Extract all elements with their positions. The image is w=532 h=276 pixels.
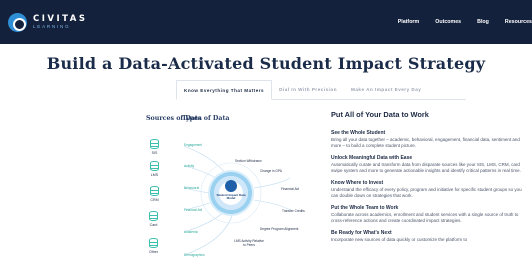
nav-link-blog[interactable]: Blog bbox=[477, 19, 489, 25]
connector-demographics bbox=[183, 215, 233, 256]
database-icon bbox=[150, 139, 159, 149]
feature-tabs: Know Everything That Matters Dial In Wit… bbox=[176, 80, 466, 100]
database-icon bbox=[149, 211, 158, 221]
feature-whole-team: Put the Whole Team to Work Collaborate a… bbox=[331, 204, 519, 223]
page-headline: Build a Data-Activated Student Impact St… bbox=[46, 54, 486, 73]
source-lms: LMS bbox=[150, 161, 159, 177]
connector-academic bbox=[183, 211, 225, 233]
database-icon bbox=[150, 186, 159, 196]
label-change-in-gpa: Change in GPA bbox=[260, 169, 282, 173]
feature-ready-next: Be Ready for What's Next Incorporate new… bbox=[331, 229, 468, 242]
center-label: Student Impact Data Model bbox=[216, 193, 246, 201]
civitas-core-icon bbox=[225, 180, 237, 192]
nav-link-outcomes[interactable]: Outcomes bbox=[435, 19, 461, 25]
data-to-work-section: Put All of Your Data to Work See the Who… bbox=[331, 110, 526, 248]
feature-unlock-data: Unlock Meaningful Data with Ease Automat… bbox=[331, 154, 521, 173]
type-financial-aid: Financial Aid bbox=[184, 208, 203, 212]
label-transfer-credits: Transfer Credits bbox=[282, 209, 305, 213]
label-degree-program: Degree Program Alignment bbox=[260, 227, 299, 231]
type-academic: Academic bbox=[184, 230, 198, 234]
nav-link-platform[interactable]: Platform bbox=[398, 19, 420, 25]
source-sis: SIS bbox=[150, 139, 159, 155]
source-crm: CRM bbox=[150, 186, 159, 202]
feature-whole-student: See the Whole Student Bring all your dat… bbox=[331, 130, 520, 148]
type-demographics: Demographics bbox=[184, 253, 205, 257]
type-behavioral: Behavioral bbox=[184, 186, 200, 190]
logo-tagline: LEARNING bbox=[33, 24, 71, 29]
label-financial-aid: Financial Aid bbox=[281, 187, 300, 191]
label-lms-activity: LMS Activity Relative to Peers bbox=[234, 239, 264, 247]
tab-make-impact[interactable]: Make An Impact Every Day bbox=[344, 80, 428, 99]
feature-know-where: Know Where to Invest Understand the effi… bbox=[331, 179, 522, 198]
types-heading: Types of Data bbox=[182, 115, 230, 122]
logo-mark-icon bbox=[8, 12, 27, 32]
brand-logo[interactable]: CIVITAS LEARNING bbox=[8, 11, 87, 33]
logo-wordmark: CIVITAS bbox=[33, 13, 88, 24]
nav-link-resources[interactable]: Resources bbox=[505, 19, 532, 25]
data-model-diagram: Sources of Data Types of Data SIS LMS CR… bbox=[140, 112, 320, 272]
tab-know-everything[interactable]: Know Everything That Matters bbox=[176, 80, 273, 100]
primary-nav: Platform Outcomes Blog Resources bbox=[382, 0, 532, 44]
tab-dial-in[interactable]: Dial In With Precision bbox=[272, 80, 344, 99]
label-section-withdrawn: Section Withdrawn bbox=[235, 159, 262, 163]
student-impact-data-model: Student Impact Data Model bbox=[208, 170, 254, 216]
top-navigation: CIVITAS LEARNING Platform Outcomes Blog … bbox=[0, 0, 532, 44]
database-icon bbox=[149, 238, 158, 248]
source-card: Card bbox=[149, 211, 158, 227]
database-icon bbox=[150, 161, 159, 171]
source-other: Other bbox=[149, 238, 158, 254]
type-activity: Activity bbox=[184, 164, 195, 168]
type-engagement: Engagement bbox=[184, 143, 203, 147]
section-title: Put All of Your Data to Work bbox=[331, 110, 429, 119]
